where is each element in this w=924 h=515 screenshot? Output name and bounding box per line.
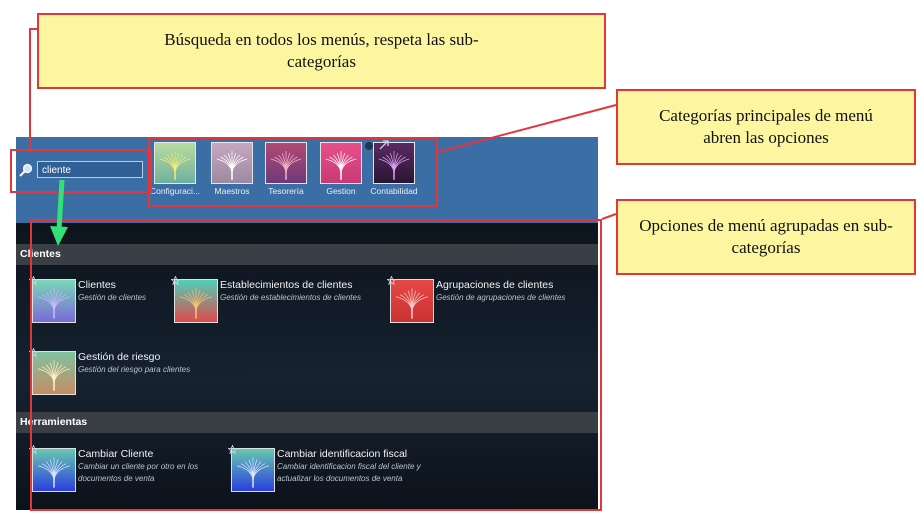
annotation-connectors [29,28,617,246]
